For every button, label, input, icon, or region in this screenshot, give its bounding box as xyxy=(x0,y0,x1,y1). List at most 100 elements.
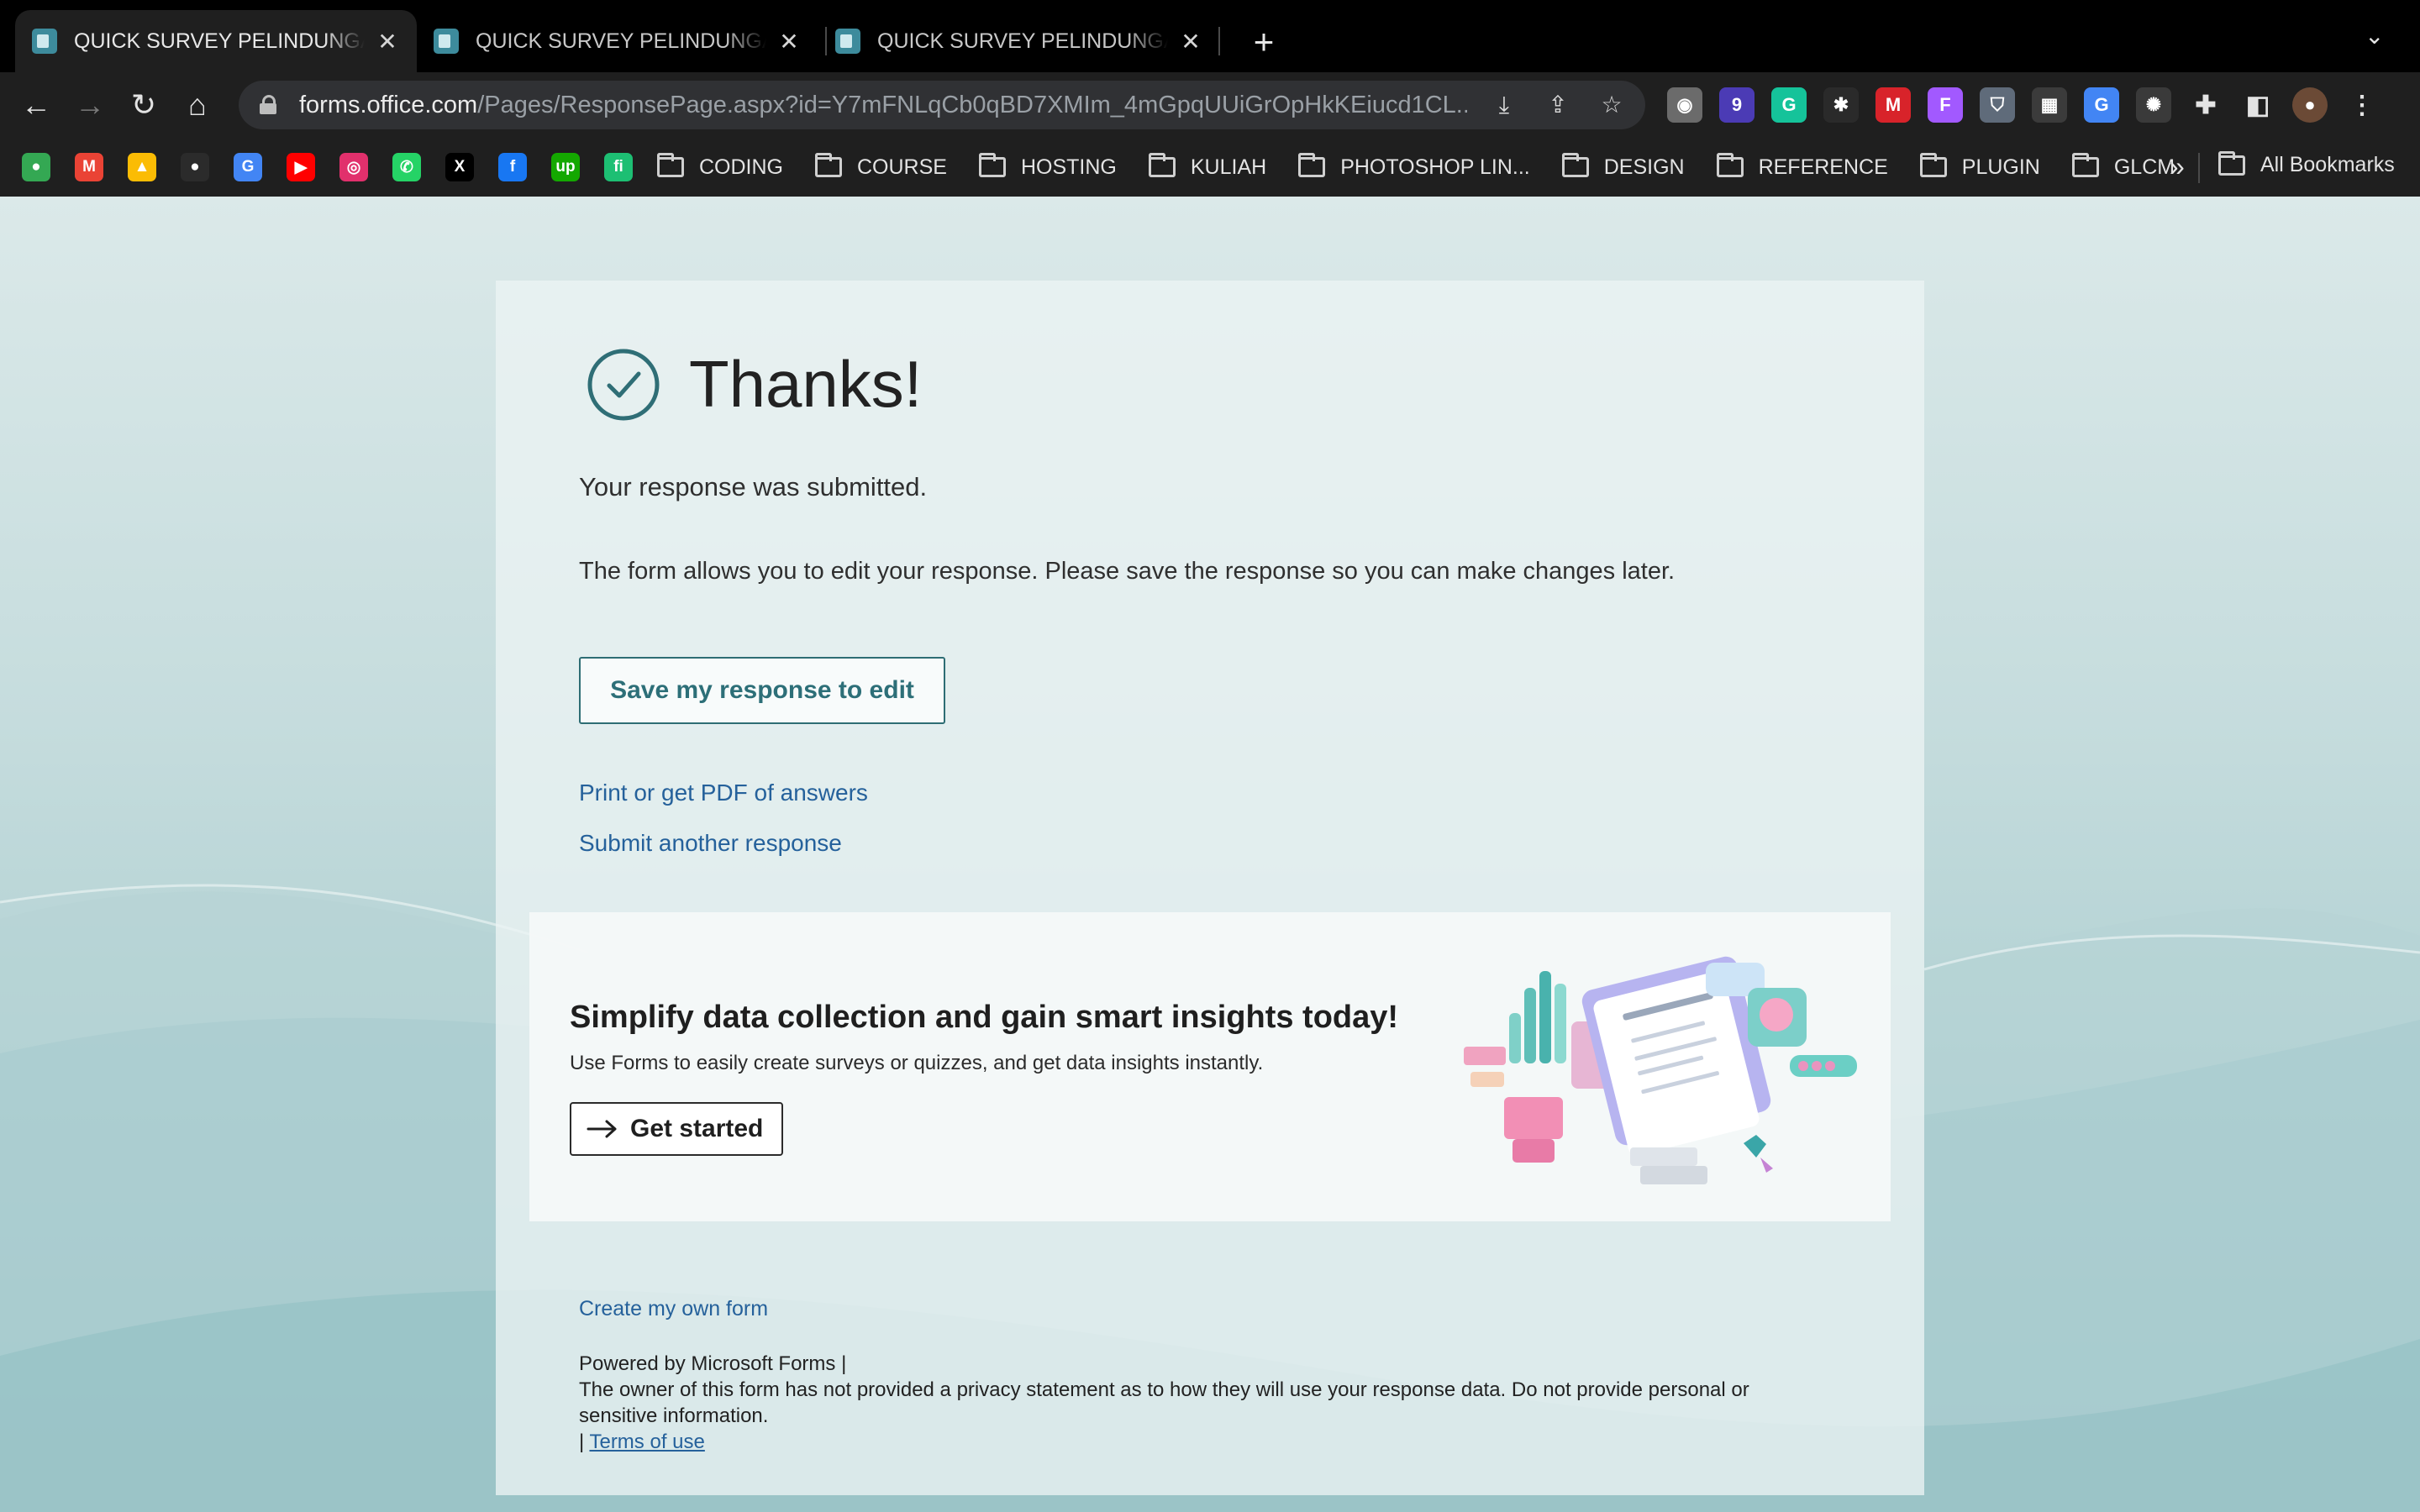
close-tab-icon[interactable]: ✕ xyxy=(1178,28,1203,55)
bookmark-star-icon[interactable]: ☆ xyxy=(1595,87,1628,123)
bookmark-folder-label: GLCM xyxy=(2113,155,2175,179)
folder-icon xyxy=(1148,153,1176,177)
folder-icon xyxy=(2218,150,2245,176)
response-card: Thanks! Your response was submitted. The… xyxy=(496,281,1924,1495)
tab-3[interactable]: QUICK SURVEY PELINDUNGAN ✕ xyxy=(818,10,1220,72)
install-app-icon[interactable]: ⤓ xyxy=(1487,87,1521,123)
address-bar[interactable]: forms.office.com/Pages/ResponsePage.aspx… xyxy=(239,81,1645,129)
bookmark-folder-reference[interactable]: REFERENCE xyxy=(1716,153,1888,180)
fiverr-icon[interactable]: fi xyxy=(604,153,633,181)
upwork-icon[interactable]: up xyxy=(551,153,580,181)
instagram-icon[interactable]: ◎ xyxy=(339,153,368,181)
forms-response-page: Thanks! Your response was submitted. The… xyxy=(0,197,2420,1512)
google-maps-icon[interactable]: ● xyxy=(22,153,50,181)
edit-note: The form allows you to edit your respons… xyxy=(579,558,1676,585)
new-tab-button[interactable]: + xyxy=(1240,18,1287,66)
google-translate-bookmark-icon[interactable]: G xyxy=(234,153,262,181)
youtube-icon[interactable]: ▶ xyxy=(287,153,315,181)
microsoft-forms-favicon-icon xyxy=(32,29,57,54)
folder-icon xyxy=(1561,153,1589,177)
folder-icon xyxy=(815,153,842,177)
folder-icon xyxy=(1298,153,1326,177)
bookmark-folder-plugin[interactable]: PLUGIN xyxy=(1919,153,2040,180)
bug-extension-icon[interactable]: ✺ xyxy=(2136,87,2171,123)
url-text[interactable]: forms.office.com/Pages/ResponsePage.aspx… xyxy=(299,92,1467,119)
bookmark-folder-label: COURSE xyxy=(857,155,947,179)
print-pdf-link[interactable]: Print or get PDF of answers xyxy=(579,780,868,806)
submit-another-link[interactable]: Submit another response xyxy=(579,830,842,857)
omnibox-actions: ⤓ ⇪ ☆ xyxy=(1487,87,1628,123)
get-started-button[interactable]: Get started xyxy=(570,1102,783,1156)
facebook-icon[interactable]: f xyxy=(498,153,527,181)
home-button[interactable]: ⌂ xyxy=(175,82,220,128)
bookmarks-bar: ● M ▲ ● G ▶ ◎ ✆ Xf up fi CODING COURSE HOSTING KULIAH P… xyxy=(0,141,2420,193)
gmail-icon[interactable]: M xyxy=(75,153,103,181)
promo-title: Simplify data collection and gain smart … xyxy=(570,1000,1399,1035)
terms-of-use-link[interactable]: Terms of use xyxy=(589,1431,704,1453)
bookmark-folder-hosting[interactable]: HOSTING xyxy=(978,153,1117,180)
microsoft-forms-favicon-icon xyxy=(835,29,860,54)
tab-2[interactable]: QUICK SURVEY PELINDUNGAN ✕ xyxy=(417,10,818,72)
get-started-label: Get started xyxy=(630,1115,764,1142)
grammarly-icon[interactable]: G xyxy=(1771,87,1807,123)
tab-search-chevron-icon[interactable]: ⌄ xyxy=(2365,22,2384,50)
shield-extension-icon[interactable]: ⛉ xyxy=(1980,87,2015,123)
bookmark-folder-photoshop-lin[interactable]: PHOTOSHOP LIN... xyxy=(1298,153,1530,180)
tab-strip: QUICK SURVEY PELINDUNGAN ✕ QUICK SURVEY … xyxy=(0,0,2420,72)
bookmark-folder-glcm[interactable]: GLCM xyxy=(2071,153,2175,180)
close-tab-icon[interactable]: ✕ xyxy=(776,28,802,55)
kebab-menu-icon[interactable]: ⋮ xyxy=(2344,87,2380,123)
x-twitter-icon[interactable]: X xyxy=(445,153,474,181)
forms-illustration xyxy=(1464,956,1857,1184)
side-panel-icon[interactable]: ◧ xyxy=(2240,87,2275,123)
bookmark-folder-label: DESIGN xyxy=(1603,155,1685,179)
bookmark-folder-design[interactable]: DESIGN xyxy=(1561,153,1685,180)
tab-1[interactable]: QUICK SURVEY PELINDUNGAN ✕ xyxy=(15,10,417,72)
lock-icon[interactable] xyxy=(259,95,277,115)
bookmark-folder-coding[interactable]: CODING xyxy=(657,153,783,180)
profile-avatar[interactable]: ● xyxy=(2292,87,2328,123)
more-bookmarks-button[interactable]: » xyxy=(2170,151,2185,182)
promo-description: Use Forms to easily create surveys or qu… xyxy=(570,1052,1264,1074)
folder-icon xyxy=(1716,153,1744,177)
footer: Powered by Microsoft Forms | The owner o… xyxy=(579,1351,1806,1455)
browser-toolbar: ← → ↻ ⌂ forms.office.com/Pages/ResponseP… xyxy=(0,72,2420,138)
all-bookmarks-button[interactable]: All Bookmarks xyxy=(2218,150,2395,177)
page-title: Thanks! xyxy=(689,347,923,421)
qr-code-icon[interactable]: ▦ xyxy=(2032,87,2067,123)
folder-icon xyxy=(657,153,684,177)
bookmark-folder-label: CODING xyxy=(699,155,783,179)
bookmark-folder-label: KULIAH xyxy=(1190,155,1267,179)
all-bookmarks-label: All Bookmarks xyxy=(2260,153,2395,176)
microsoft-forms-favicon-icon xyxy=(434,29,459,54)
purple-extension-icon[interactable]: 9 xyxy=(1719,87,1754,123)
back-button[interactable]: ← xyxy=(13,82,59,128)
tab-title: QUICK SURVEY PELINDUNGAN xyxy=(877,29,1168,53)
save-response-button[interactable]: Save my response to edit xyxy=(579,657,945,724)
bookmark-folder-kuliah[interactable]: KULIAH xyxy=(1148,153,1267,180)
reload-button[interactable]: ↻ xyxy=(121,82,166,128)
google-translate-icon[interactable]: G xyxy=(2084,87,2119,123)
github-icon[interactable]: ● xyxy=(181,153,209,181)
puzzle-extensions-icon[interactable]: ✚ xyxy=(2188,87,2223,123)
close-tab-icon[interactable]: ✕ xyxy=(375,28,400,55)
mendeley-icon[interactable]: M xyxy=(1876,87,1911,123)
footer-separator: | xyxy=(579,1431,585,1453)
thanks-header: Thanks! xyxy=(587,346,922,423)
owl-extension-icon[interactable]: ◉ xyxy=(1667,87,1702,123)
forward-button[interactable]: → xyxy=(67,82,113,128)
tab-separator xyxy=(1218,27,1220,55)
create-form-link[interactable]: Create my own form xyxy=(579,1297,768,1321)
figma-extension-icon[interactable]: F xyxy=(1928,87,1963,123)
folder-icon xyxy=(2071,153,2099,177)
browser-chrome: QUICK SURVEY PELINDUNGAN ✕ QUICK SURVEY … xyxy=(0,0,2420,197)
bookmark-folder-course[interactable]: COURSE xyxy=(815,153,947,180)
bookmarks-divider xyxy=(2198,153,2200,183)
bookmark-folder-label: PHOTOSHOP LIN... xyxy=(1340,155,1530,179)
bookmark-folder-label: REFERENCE xyxy=(1758,155,1888,179)
google-drive-icon[interactable]: ▲ xyxy=(128,153,156,181)
share-icon[interactable]: ⇪ xyxy=(1541,87,1575,123)
whatsapp-icon[interactable]: ✆ xyxy=(392,153,421,181)
paw-extension-icon[interactable]: ✱ xyxy=(1823,87,1859,123)
arrow-right-icon xyxy=(587,1120,617,1138)
